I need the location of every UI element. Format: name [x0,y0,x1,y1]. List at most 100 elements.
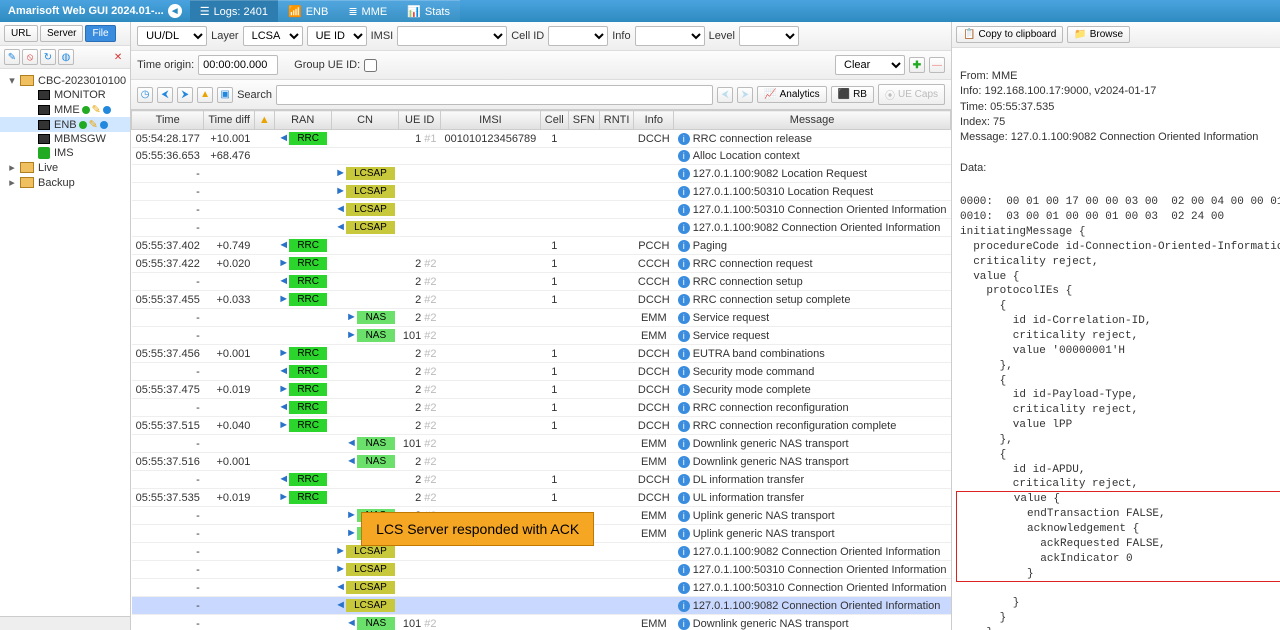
back-icon[interactable]: ◄ [168,4,182,18]
tree-item-monitor[interactable]: MONITOR [0,88,130,102]
log-row[interactable]: 05:55:37.535+0.019►RRC2 #21DCCHiUL infor… [132,489,951,507]
detail-message: Message: 127.0.1.100:9082 Connection Ori… [960,130,1280,145]
log-row[interactable]: -◄LCSAPi127.0.1.100:9082 Connection Orie… [132,219,951,237]
cellid-combo[interactable] [548,26,608,46]
col-time[interactable]: Time [132,111,204,130]
tab-mme[interactable]: ≣MME [338,0,397,22]
ueid-combo[interactable]: UE ID [307,26,367,46]
server-button[interactable]: Server [40,25,83,42]
warn-icon[interactable]: ▲ [197,87,213,103]
analytics-button[interactable]: 📈Analytics [757,86,826,103]
browse-button[interactable]: 📁Browse [1067,26,1130,43]
col-sfn[interactable]: SFN [568,111,599,130]
info-icon: i [678,492,690,504]
log-row[interactable]: 05:55:36.653+68.476iAlloc Location conte… [132,148,951,165]
tree-item-live[interactable]: ▸Live [0,160,130,175]
url-button[interactable]: URL [4,25,38,42]
log-row[interactable]: -◄NAS101 #2EMMiDownlink generic NAS tran… [132,435,951,453]
search-label: Search [237,89,272,101]
search-next-icon[interactable]: ⮞ [737,87,753,103]
close-icon[interactable]: ✕ [110,49,126,65]
log-row[interactable]: -◄LCSAPi127.0.1.100:9082 Connection Orie… [132,597,951,615]
info-icon: i [678,456,690,468]
prev-icon[interactable]: ⮜ [157,87,173,103]
log-row[interactable]: -◄NAS101 #2EMMiDownlink generic NAS tran… [132,615,951,630]
folder-icon [20,162,34,173]
log-row[interactable]: 05:55:37.402+0.749◄RRC1PCCHiPaging [132,237,951,255]
tree-item-cbc-2023010100[interactable]: ▾CBC-2023010100 [0,73,130,88]
log-row[interactable]: -►NAS101 #2EMMiService request [132,327,951,345]
log-row[interactable]: -►LCSAPi127.0.1.100:50310 Connection Ori… [132,561,951,579]
log-row[interactable]: -◄RRC2 #21DCCHiRRC connection reconfigur… [132,399,951,417]
col-warn[interactable]: ▲ [254,111,274,130]
edit-icon: ✎ [89,118,98,131]
log-row[interactable]: -►LCSAPi127.0.1.100:50310 Location Reque… [132,183,951,201]
search-input[interactable] [276,85,713,105]
tree-item-enb[interactable]: ENB✎ [0,117,130,132]
detail-from: From: MME [960,69,1280,84]
origin-input[interactable] [198,55,278,75]
search-prev-icon[interactable]: ⮜ [717,87,733,103]
log-row[interactable]: -►NAS2 #2EMMiService request [132,309,951,327]
next-icon[interactable]: ⮞ [177,87,193,103]
copy-button[interactable]: 📋Copy to clipboard [956,26,1063,43]
wand-icon[interactable]: ✎ [4,49,20,65]
log-row[interactable]: 05:55:37.516+0.001◄NAS2 #2EMMiDownlink g… [132,453,951,471]
ran-badge: RRC [289,365,327,378]
stop-icon[interactable]: ⦸ [22,49,38,65]
file-button[interactable]: File [85,25,115,42]
tab-enb[interactable]: 📶ENB [278,0,338,22]
info-icon: i [678,222,690,234]
col-ran[interactable]: RAN [274,111,331,130]
tab-stats[interactable]: 📊Stats [397,0,460,22]
col-rnti[interactable]: RNTI [599,111,634,130]
log-table-wrap[interactable]: TimeTime diff▲RANCNUE IDIMSICellSFNRNTII… [131,110,951,630]
tree-item-mme[interactable]: MME✎ [0,102,130,117]
log-row[interactable]: -◄LCSAPi127.0.1.100:50310 Connection Ori… [132,201,951,219]
log-row[interactable]: -◄LCSAPi127.0.1.100:50310 Connection Ori… [132,579,951,597]
arrow-left-icon: ◄ [278,132,289,144]
log-row[interactable]: 05:55:37.456+0.001►RRC2 #21DCCHiEUTRA ba… [132,345,951,363]
detail-body[interactable]: From: MME Info: 192.168.100.17:9000, v20… [952,48,1280,630]
log-row[interactable]: 05:55:37.455+0.033►RRC2 #21DCCHiRRC conn… [132,291,951,309]
tree-item-mbmsgw[interactable]: MBMSGW [0,132,130,146]
tree-item-ims[interactable]: IMS [0,146,130,160]
log-row[interactable]: -►LCSAPi127.0.1.100:9082 Location Reques… [132,165,951,183]
add-icon[interactable]: ✚ [909,57,925,73]
refresh-icon[interactable]: ↻ [40,49,56,65]
col-time-diff[interactable]: Time diff [204,111,255,130]
tree-item-backup[interactable]: ▸Backup [0,175,130,190]
col-imsi[interactable]: IMSI [441,111,541,130]
col-cn[interactable]: CN [331,111,399,130]
rb-button[interactable]: ⬛RB [831,86,874,103]
globe-icon[interactable]: ◍ [58,49,74,65]
group-checkbox[interactable] [364,59,377,72]
log-row[interactable]: -◄RRC2 #21DCCHiSecurity mode command [132,363,951,381]
log-row[interactable]: -◄RRC2 #21DCCHiDL information transfer [132,471,951,489]
cn-badge: LCSAP [346,563,395,576]
col-info[interactable]: Info [634,111,674,130]
log-row[interactable]: 05:55:37.422+0.020►RRC2 #21CCCHiRRC conn… [132,255,951,273]
sidebar-scrollbar[interactable] [0,616,130,630]
col-message[interactable]: Message [674,111,951,130]
remove-icon[interactable]: — [929,57,945,73]
log-row[interactable]: 05:55:37.515+0.040►RRC2 #21DCCHiRRC conn… [132,417,951,435]
arrow-left-icon: ◄ [278,275,289,287]
info-combo[interactable] [635,26,705,46]
imsi-combo[interactable] [397,26,507,46]
log-row[interactable]: 05:54:28.177+10.001◄RRC1 #10010101234567… [132,130,951,148]
clock-icon[interactable]: ◷ [137,87,153,103]
level-combo[interactable] [739,26,799,46]
col-ue-id[interactable]: UE ID [399,111,441,130]
ran-badge: RRC [289,491,327,504]
tab-logs[interactable]: ☰Logs: 2401 [190,0,278,22]
uudl-combo[interactable]: UU/DL [137,26,207,46]
log-row[interactable]: -◄RRC2 #21CCCHiRRC connection setup [132,273,951,291]
col-cell[interactable]: Cell [540,111,568,130]
info-icon: i [678,384,690,396]
clear-combo[interactable]: Clear [835,55,905,75]
goto-icon[interactable]: ▣ [217,87,233,103]
log-row[interactable]: 05:55:37.475+0.019►RRC2 #21DCCHiSecurity… [132,381,951,399]
cn-badge: LCSAP [346,581,395,594]
layer-combo[interactable]: LCSA [243,26,303,46]
